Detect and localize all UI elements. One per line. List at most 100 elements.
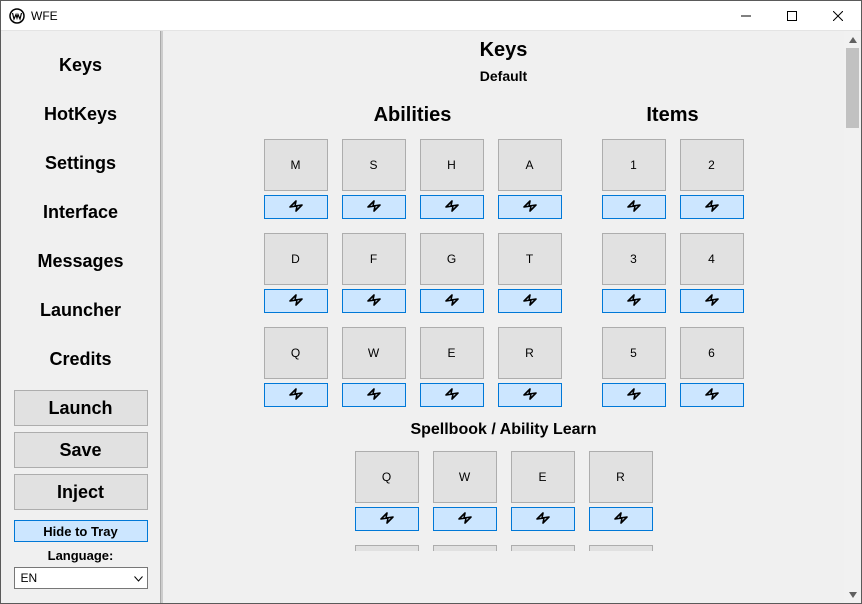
items-autocast-button[interactable] [680, 383, 744, 407]
nav-keys[interactable]: Keys [1, 41, 160, 90]
abilities-autocast-button[interactable] [420, 289, 484, 313]
abilities-autocast-button[interactable] [342, 195, 406, 219]
abilities-key-button[interactable]: T [498, 233, 562, 285]
spellbook-key-button[interactable] [589, 545, 653, 551]
abilities-key-button[interactable]: G [420, 233, 484, 285]
abilities-autocast-button[interactable] [264, 195, 328, 219]
spellbook-key-button[interactable]: Q [355, 451, 419, 503]
items-key-button[interactable]: 1 [602, 139, 666, 191]
lightning-icon [364, 386, 384, 405]
hide-to-tray-button[interactable]: Hide to Tray [14, 520, 148, 542]
nav-credits[interactable]: Credits [1, 335, 160, 384]
items-key-button[interactable]: 5 [602, 327, 666, 379]
abilities-autocast-button[interactable] [498, 195, 562, 219]
scroll-up-button[interactable] [844, 31, 861, 48]
spellbook-autocast-button[interactable] [433, 507, 497, 531]
lightning-icon [624, 386, 644, 405]
abilities-key-button[interactable]: A [498, 139, 562, 191]
abilities-key-button[interactable]: F [342, 233, 406, 285]
abilities-key-button[interactable]: R [498, 327, 562, 379]
items-cell: 3 [602, 233, 666, 313]
lightning-icon [442, 198, 462, 217]
spellbook-cell [433, 545, 497, 551]
inject-button[interactable]: Inject [14, 474, 148, 510]
abilities-autocast-button[interactable] [420, 383, 484, 407]
lightning-icon [286, 198, 306, 217]
nav-hotkeys[interactable]: HotKeys [1, 90, 160, 139]
abilities-autocast-button[interactable] [420, 195, 484, 219]
spellbook-cell: Q [355, 451, 419, 531]
spellbook-autocast-button[interactable] [355, 507, 419, 531]
abilities-autocast-button[interactable] [498, 383, 562, 407]
lightning-icon [702, 198, 722, 217]
spellbook-key-button[interactable]: E [511, 451, 575, 503]
abilities-key-button[interactable]: Q [264, 327, 328, 379]
spellbook-key-button[interactable]: R [589, 451, 653, 503]
abilities-section: Abilities MSHADFGTQWER [264, 104, 562, 407]
items-key-button[interactable]: 6 [680, 327, 744, 379]
language-select[interactable]: EN [14, 567, 148, 589]
nav-messages[interactable]: Messages [1, 237, 160, 286]
chevron-down-icon [134, 571, 143, 585]
abilities-key-button[interactable]: M [264, 139, 328, 191]
items-key-button[interactable]: 2 [680, 139, 744, 191]
abilities-autocast-button[interactable] [498, 289, 562, 313]
lightning-icon [286, 292, 306, 311]
titlebar: WFE [1, 1, 861, 31]
abilities-autocast-button[interactable] [342, 383, 406, 407]
items-autocast-button[interactable] [602, 195, 666, 219]
abilities-autocast-button[interactable] [264, 289, 328, 313]
spellbook-autocast-button[interactable] [511, 507, 575, 531]
items-section: Items 123456 [602, 104, 744, 407]
spellbook-autocast-button[interactable] [589, 507, 653, 531]
close-button[interactable] [815, 1, 861, 31]
lightning-icon [455, 510, 475, 529]
nav-interface[interactable]: Interface [1, 188, 160, 237]
lightning-icon [702, 292, 722, 311]
items-autocast-button[interactable] [602, 289, 666, 313]
abilities-key-button[interactable]: H [420, 139, 484, 191]
spellbook-cell: E [511, 451, 575, 531]
spellbook-key-button[interactable] [355, 545, 419, 551]
items-autocast-button[interactable] [602, 383, 666, 407]
spellbook-title: Spellbook / Ability Learn [163, 421, 844, 439]
items-cell: 6 [680, 327, 744, 407]
abilities-key-button[interactable]: E [420, 327, 484, 379]
page-title: Keys [163, 39, 844, 62]
scroll-down-button[interactable] [844, 586, 861, 603]
items-key-button[interactable]: 4 [680, 233, 744, 285]
spellbook-key-button[interactable]: W [433, 451, 497, 503]
scroll-thumb[interactable] [846, 48, 859, 128]
items-autocast-button[interactable] [680, 289, 744, 313]
maximize-button[interactable] [769, 1, 815, 31]
lightning-icon [377, 510, 397, 529]
abilities-key-button[interactable]: W [342, 327, 406, 379]
items-key-button[interactable]: 3 [602, 233, 666, 285]
page-subtitle: Default [163, 68, 844, 84]
abilities-cell: A [498, 139, 562, 219]
abilities-cell: S [342, 139, 406, 219]
nav-launcher[interactable]: Launcher [1, 286, 160, 335]
spellbook-key-button[interactable] [511, 545, 575, 551]
abilities-autocast-button[interactable] [342, 289, 406, 313]
app-icon [9, 8, 25, 24]
items-cell: 5 [602, 327, 666, 407]
abilities-key-button[interactable]: D [264, 233, 328, 285]
spellbook-cell [355, 545, 419, 551]
nav-settings[interactable]: Settings [1, 139, 160, 188]
spellbook-key-button[interactable] [433, 545, 497, 551]
items-autocast-button[interactable] [680, 195, 744, 219]
abilities-autocast-button[interactable] [264, 383, 328, 407]
abilities-cell: M [264, 139, 328, 219]
save-button[interactable]: Save [14, 432, 148, 468]
lightning-icon [520, 198, 540, 217]
abilities-key-button[interactable]: S [342, 139, 406, 191]
abilities-cell: D [264, 233, 328, 313]
vertical-scrollbar[interactable] [844, 31, 861, 603]
window-title: WFE [31, 9, 58, 23]
launch-button[interactable]: Launch [14, 390, 148, 426]
lightning-icon [442, 386, 462, 405]
items-title: Items [602, 104, 744, 127]
sidebar: Keys HotKeys Settings Interface Messages… [1, 31, 163, 603]
minimize-button[interactable] [723, 1, 769, 31]
